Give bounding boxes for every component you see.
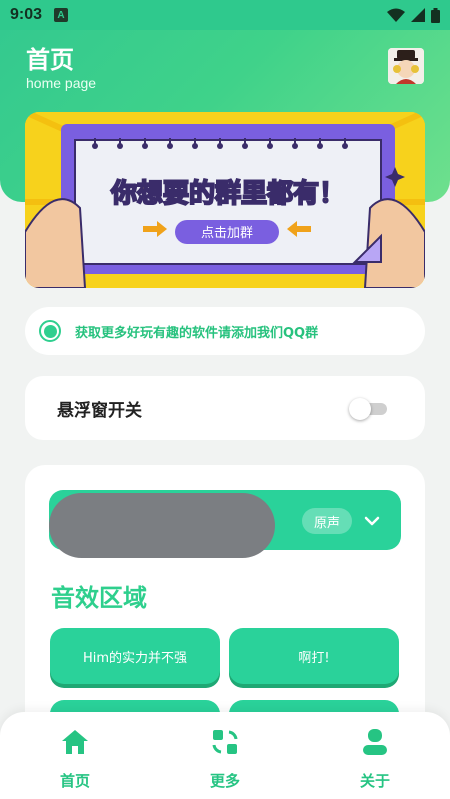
nav-label-more: 更多 bbox=[209, 772, 240, 790]
voice-chip[interactable]: 原声 bbox=[302, 508, 352, 534]
status-bar: 9:03 A bbox=[0, 0, 450, 30]
page-title: 首页 bbox=[26, 46, 74, 74]
more-icon bbox=[212, 730, 238, 754]
home-icon bbox=[62, 730, 88, 754]
toggle-knob bbox=[349, 398, 371, 420]
notice-text: 获取更多好玩有趣的软件请添加我们QQ群 bbox=[75, 325, 319, 341]
banner[interactable]: 你想要的群里都有！ 点击加群 bbox=[25, 112, 425, 288]
wifi-icon bbox=[387, 8, 405, 22]
status-time: 9:03 bbox=[10, 6, 43, 23]
banner-headline: 你想要的群里都有！ bbox=[110, 178, 345, 209]
page-subtitle: home page bbox=[26, 75, 97, 91]
battery-icon bbox=[431, 7, 440, 23]
nav-item-about[interactable]: 关于 bbox=[335, 726, 415, 791]
signal-icon bbox=[411, 8, 425, 22]
radio-dot-icon bbox=[39, 320, 61, 342]
sound-button[interactable]: 啊打! bbox=[229, 628, 399, 684]
section-title: 音效区域 bbox=[51, 584, 147, 612]
floating-window-card: 悬浮窗开关 bbox=[25, 376, 425, 440]
user-icon bbox=[363, 729, 387, 755]
banner-button-label[interactable]: 点击加群 bbox=[201, 226, 253, 241]
floating-window-toggle[interactable] bbox=[349, 398, 389, 420]
chevron-down-icon[interactable] bbox=[360, 509, 384, 533]
nav-item-more[interactable]: 更多 bbox=[185, 726, 265, 791]
nav-label-about: 关于 bbox=[359, 772, 390, 790]
status-icons bbox=[387, 7, 440, 23]
a-badge-icon: A bbox=[54, 8, 69, 22]
redacted-area bbox=[49, 493, 275, 558]
bottom-nav: 首页 更多 关于 bbox=[0, 712, 450, 799]
nav-item-home[interactable]: 首页 bbox=[35, 726, 115, 791]
sound-button[interactable]: Him的实力并不强 bbox=[50, 628, 220, 684]
nav-label-home: 首页 bbox=[59, 772, 90, 790]
floating-window-label: 悬浮窗开关 bbox=[57, 400, 142, 421]
qq-group-notice[interactable]: 获取更多好玩有趣的软件请添加我们QQ群 bbox=[25, 307, 425, 355]
avatar[interactable] bbox=[388, 48, 424, 84]
